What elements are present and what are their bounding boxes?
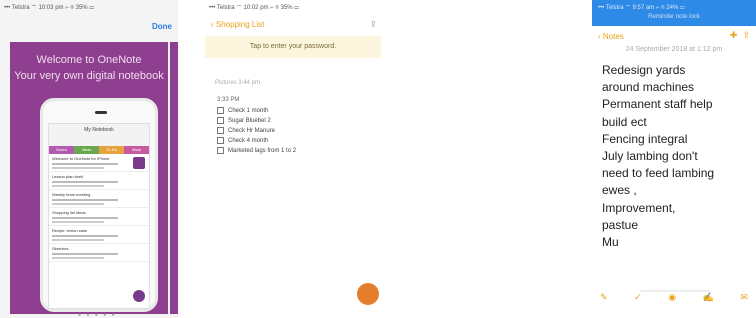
section-time: 3:33 PM (217, 97, 240, 103)
note-line: Redesign yards (602, 63, 686, 77)
list-item: Weekly team meeting (49, 190, 149, 208)
note-body[interactable]: Redesign yards around machines Permanent… (602, 62, 754, 251)
note-line: build ect (602, 114, 647, 129)
share-icon[interactable]: ⇪ (369, 19, 377, 30)
checklist-item[interactable]: Check 1 month (217, 107, 268, 114)
checkbox[interactable] (217, 147, 224, 154)
note-line: Improvement, (602, 200, 676, 215)
camera-icon[interactable]: ◉ (668, 292, 676, 303)
note-line: ewes , (602, 183, 637, 198)
back-button[interactable]: ‹ Shopping List (211, 20, 264, 29)
status-subtitle: Reminder note lock (648, 14, 700, 20)
note-line: Permanent staff help (602, 97, 713, 112)
onenote-icon (133, 157, 145, 169)
checklist-item[interactable]: Marketed lags from 1 to 2 (217, 147, 296, 154)
phone-screen: My Notebook Notes Ideas To-Do Work Welco… (48, 123, 150, 309)
tab-ideas: Ideas (74, 146, 99, 154)
status-bar: ••• Telstra ⌔ 10:03 pm ⌐ ⌾ 35% ▭ (4, 5, 94, 11)
add-note-icon (133, 290, 145, 302)
note-line: around machines (602, 80, 695, 95)
list-item: Shopping list ideas (49, 208, 149, 226)
list-item: Sketches (49, 244, 149, 262)
status-bar: ••• Telstra ⌔ 10:02 pm ⌐ ⌾ 35% ▭ (209, 5, 299, 11)
note-meta: Pictures 3:44 pm (215, 80, 261, 86)
checkbox[interactable] (217, 137, 224, 144)
checklist-icon[interactable]: ✓ (634, 292, 642, 303)
tab-work: Work (124, 146, 149, 154)
note-line: Fencing integral (602, 131, 688, 146)
trash-icon[interactable]: ✎ (600, 292, 608, 303)
checkbox[interactable] (217, 127, 224, 134)
back-label: Shopping List (215, 20, 265, 29)
tab-notes: Notes (49, 146, 74, 154)
list-item: Recipe: lemon cake (49, 226, 149, 244)
password-banner[interactable]: Tap to enter your password. (205, 36, 381, 58)
list-item: Lesson plan draft (49, 172, 149, 190)
sketch-icon[interactable]: ✍ (703, 292, 714, 303)
status-bar: ••• Telstra ⌔ 9:57 am ⌐ ⌾ 24% ▭ Reminder… (592, 0, 756, 26)
ios-notes-panel: ••• Telstra ⌔ 9:57 am ⌐ ⌾ 24% ▭ Reminder… (592, 0, 756, 318)
checklist-item[interactable]: Sugar Bluebel 2 (217, 117, 271, 124)
note-date: 24 September 2018 at 1:12 pm (625, 46, 723, 53)
done-button[interactable]: Done (152, 22, 172, 31)
welcome-subheadline: Your very own digital notebook (14, 70, 164, 82)
onenote-welcome-panel: ••• Telstra ⌔ 10:03 pm ⌐ ⌾ 35% ▭ Done We… (0, 0, 178, 318)
note-line: Mu (602, 235, 619, 250)
checklist-item[interactable]: Check Hr Manure (217, 127, 275, 134)
page-indicator: ● ● ● ● ● (78, 312, 117, 318)
add-person-icon[interactable]: ✚ (730, 30, 738, 40)
notebook-header: My Notebook (49, 124, 149, 146)
checklist-item[interactable]: Check 4 month (217, 137, 268, 144)
back-label: Notes (602, 32, 624, 41)
note-line: need to feed lambing (602, 166, 715, 181)
back-button[interactable]: ‹ Notes (598, 32, 624, 41)
phone-mockup: My Notebook Notes Ideas To-Do Work Welco… (40, 98, 158, 312)
list-item: Welcome to OneNote for iPhone (49, 154, 149, 172)
orange-dot-icon[interactable] (357, 283, 379, 305)
note-line: pastue (602, 217, 639, 232)
checkbox[interactable] (217, 117, 224, 124)
tab-todo: To-Do (99, 146, 124, 154)
compose-icon[interactable]: ✉ (740, 292, 748, 303)
note-actions: ✚ ⇪ (730, 30, 750, 41)
share-icon[interactable]: ⇪ (742, 30, 750, 40)
section-tabs: Notes Ideas To-Do Work (49, 146, 149, 154)
checklist-note-panel: ••• Telstra ⌔ 10:02 pm ⌐ ⌾ 35% ▭ ‹ Shopp… (205, 0, 381, 318)
welcome-headline: Welcome to OneNote (36, 54, 142, 66)
checkbox[interactable] (217, 107, 224, 114)
notebook-title: My Notebook (84, 127, 114, 133)
note-line: July lambing don't (602, 149, 698, 164)
bottom-toolbar: ✎ ✓ ◉ ✍ ✉ (592, 292, 756, 303)
phone-speaker (95, 111, 107, 114)
next-card-edge[interactable] (170, 42, 178, 314)
